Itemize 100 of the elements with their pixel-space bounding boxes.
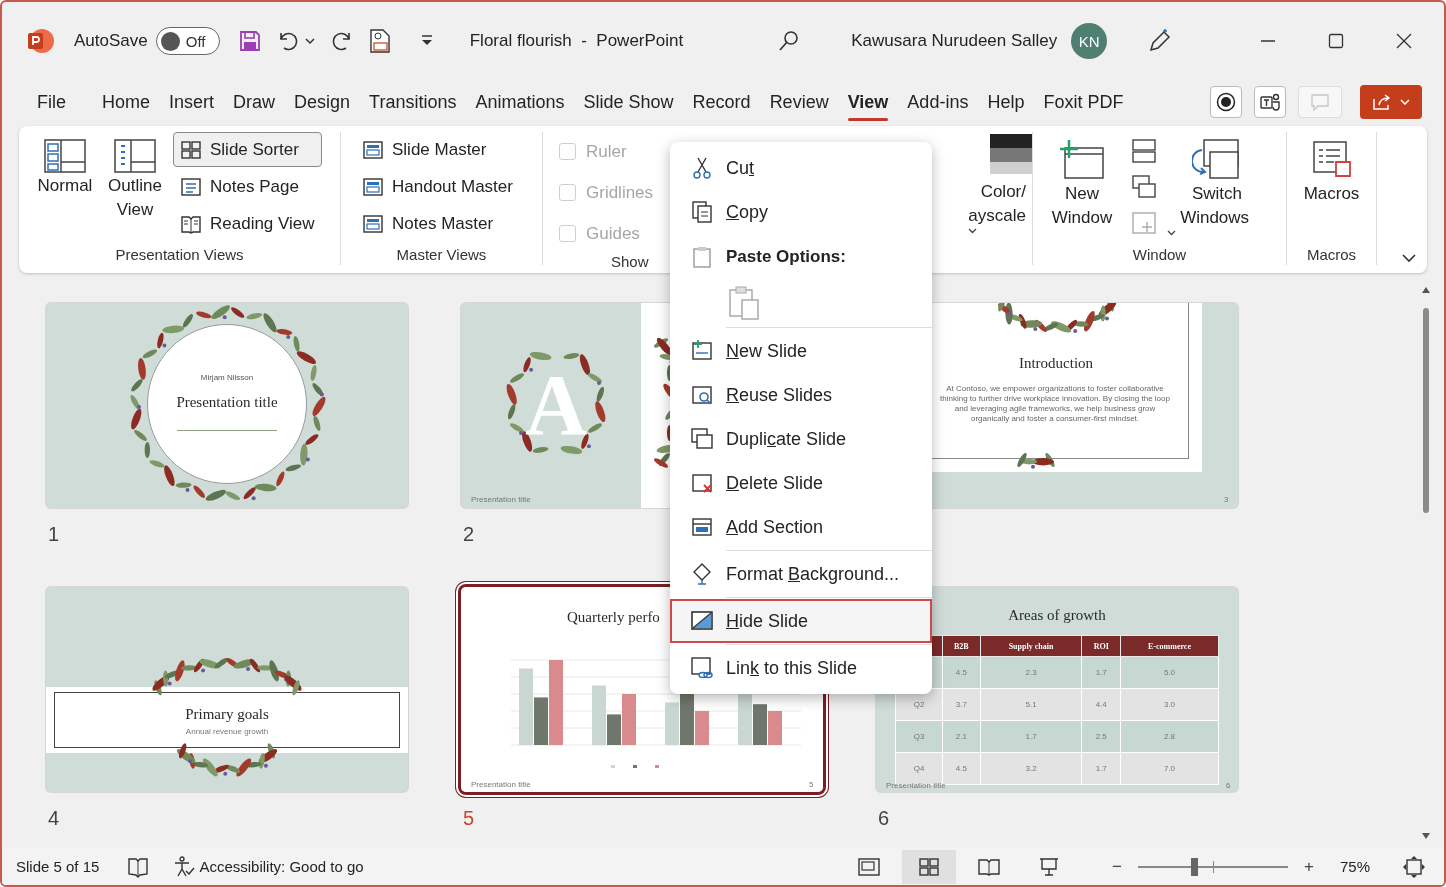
slide-thumbnail[interactable]: Primary goals Annual revenue growth — [46, 587, 408, 792]
caret-icon — [1400, 99, 1410, 105]
ribbon-tab[interactable]: Animations — [475, 85, 565, 119]
share-button[interactable] — [1360, 85, 1422, 119]
menu-item[interactable]: Hide Slide — [670, 599, 932, 643]
slide-number: 5 — [463, 807, 475, 829]
book-icon — [978, 856, 1001, 877]
add-section-icon — [690, 515, 714, 539]
scissors-icon — [690, 156, 714, 180]
zoom-slider-thumb[interactable] — [1190, 857, 1198, 876]
view-button[interactable]: Slide Sorter — [173, 132, 322, 167]
table-cell: 5.1 — [1025, 700, 1037, 709]
table-cell: 5.0 — [1163, 668, 1176, 677]
ribbon-tab[interactable]: Record — [692, 85, 751, 119]
save-icon[interactable] — [237, 29, 262, 53]
collapse-ribbon-icon[interactable] — [1401, 253, 1417, 263]
group-label: Presentation Views — [114, 246, 245, 265]
autosave-toggle[interactable]: Off — [155, 27, 220, 55]
slide-subtitle: Mirjam Nilsson — [199, 373, 255, 382]
zoom-in-button[interactable]: + — [1298, 856, 1320, 877]
master-view-button[interactable]: Notes Master — [355, 206, 520, 241]
hide-slide-icon — [690, 609, 714, 633]
accessibility-button[interactable]: Accessibility: Good to go — [173, 855, 364, 878]
notes-icon[interactable] — [127, 855, 150, 878]
ribbon-tab[interactable]: Design — [294, 85, 351, 119]
menu-item[interactable]: Copy — [670, 190, 932, 234]
caret-icon — [1167, 230, 1176, 236]
row-label: Q2 — [913, 700, 925, 709]
fit-to-window-icon[interactable] — [1402, 854, 1426, 879]
slide-number: 6 — [1226, 781, 1231, 790]
menu-heading: Paste Options: — [726, 247, 846, 267]
slide-sorter-icon — [180, 138, 202, 161]
slide-footer: Presentation title — [471, 495, 531, 504]
chart-bar — [768, 711, 782, 745]
grayscale-button[interactable]: Color/ ayscale — [962, 176, 1032, 238]
ribbon-tab[interactable]: View — [847, 85, 889, 119]
cascade-icon[interactable] — [1131, 174, 1157, 200]
ribbon-tab[interactable]: Home — [102, 85, 151, 119]
scroll-down-icon[interactable] — [1421, 832, 1431, 840]
group-label: Window — [1131, 246, 1188, 265]
ribbon-tab[interactable]: Transitions — [369, 85, 457, 119]
slide-title: Quarterly perfo — [567, 609, 660, 626]
table-cell: 3.7 — [955, 700, 967, 709]
record-icon — [1216, 92, 1236, 112]
group-label: Master Views — [395, 246, 488, 265]
menu-item[interactable]: Add Section — [670, 505, 932, 549]
accessibility-icon — [173, 855, 196, 878]
scroll-up-icon[interactable] — [1421, 286, 1431, 294]
arrange-all-icon[interactable] — [1131, 138, 1157, 164]
slide-title: Introduction — [1017, 355, 1095, 372]
table-cell: 3.0 — [1163, 700, 1176, 709]
zoom-out-button[interactable]: − — [1106, 856, 1129, 877]
slide-thumbnail[interactable]: Mirjam Nilsson Presentation title — [46, 303, 408, 508]
master-view-button[interactable]: Slide Master — [355, 132, 520, 167]
presenter-icon — [1038, 856, 1061, 877]
ribbon-tab[interactable]: Insert — [169, 85, 215, 119]
record-button[interactable] — [1210, 86, 1242, 118]
ribbon-tab[interactable]: Slide Show — [583, 85, 674, 119]
view-button[interactable]: Normal — [33, 132, 97, 246]
group-label: Macros — [1305, 246, 1358, 265]
ribbon-tab[interactable]: Add-ins — [907, 85, 969, 119]
user-avatar[interactable]: KN — [1071, 23, 1108, 59]
delete-slide-icon — [690, 471, 714, 495]
ribbon-tab[interactable]: Help — [987, 85, 1025, 119]
pdf-icon[interactable] — [367, 28, 392, 54]
slide-letter: A — [525, 373, 588, 437]
slide-footer: Presentation title — [471, 780, 531, 789]
maximize-icon[interactable] — [1328, 33, 1344, 49]
table-cell: 2.3 — [1025, 668, 1037, 677]
close-icon[interactable] — [1396, 33, 1412, 49]
customize-toolbar-icon[interactable] — [419, 35, 434, 47]
slide-thumbnail[interactable]: Areas of growth B2B Supply chain ROI E-commerce 4.5 2.3 1.7 5.0 Q2 3.7 5.1 4.4 3.0 Q3 2.1 1.7 2.5 2.8 Q4 4.5 3.2 1.7 7.0 Presentation title 6 — [876, 587, 1238, 792]
table-cell: 2.5 — [1095, 732, 1107, 741]
master-view-button[interactable]: Handout Master — [355, 169, 520, 204]
ribbon-tab[interactable]: Review — [769, 85, 829, 119]
ribbon-tab[interactable]: Foxit PDF — [1043, 85, 1124, 119]
ribbon-tab[interactable]: Draw — [233, 85, 276, 119]
teams-button[interactable] — [1254, 86, 1286, 118]
slide-number: 1 — [48, 523, 60, 545]
table-cell: 1.7 — [1095, 668, 1107, 677]
slide-title: Areas of growth — [1007, 607, 1107, 624]
column-header: E-commerce — [1120, 635, 1219, 657]
normal-view-icon — [43, 138, 87, 174]
slide-number: 2 — [463, 523, 475, 545]
undo-caret-icon[interactable] — [303, 37, 316, 45]
zoom-slider[interactable] — [1138, 857, 1289, 876]
new-slide-icon — [690, 339, 714, 363]
switch-windows-button[interactable]: Switch Windows — [1165, 132, 1269, 246]
view-button[interactable] — [902, 849, 957, 884]
new-window-button[interactable]: New Window — [1041, 132, 1123, 246]
ribbon-tab[interactable]: File — [37, 85, 66, 119]
menu-item[interactable]: Cut — [670, 146, 932, 190]
view-button[interactable]: Notes Page — [173, 169, 322, 204]
zoom-percent[interactable]: 75% — [1339, 858, 1370, 875]
macros-button[interactable]: Macros — [1296, 132, 1367, 246]
new-window-icon — [1059, 138, 1105, 182]
app-logo-icon — [26, 27, 54, 55]
view-button[interactable]: Outline View — [103, 132, 167, 246]
column-header: Supply chain — [980, 635, 1082, 657]
view-button[interactable]: Reading View — [173, 206, 322, 241]
